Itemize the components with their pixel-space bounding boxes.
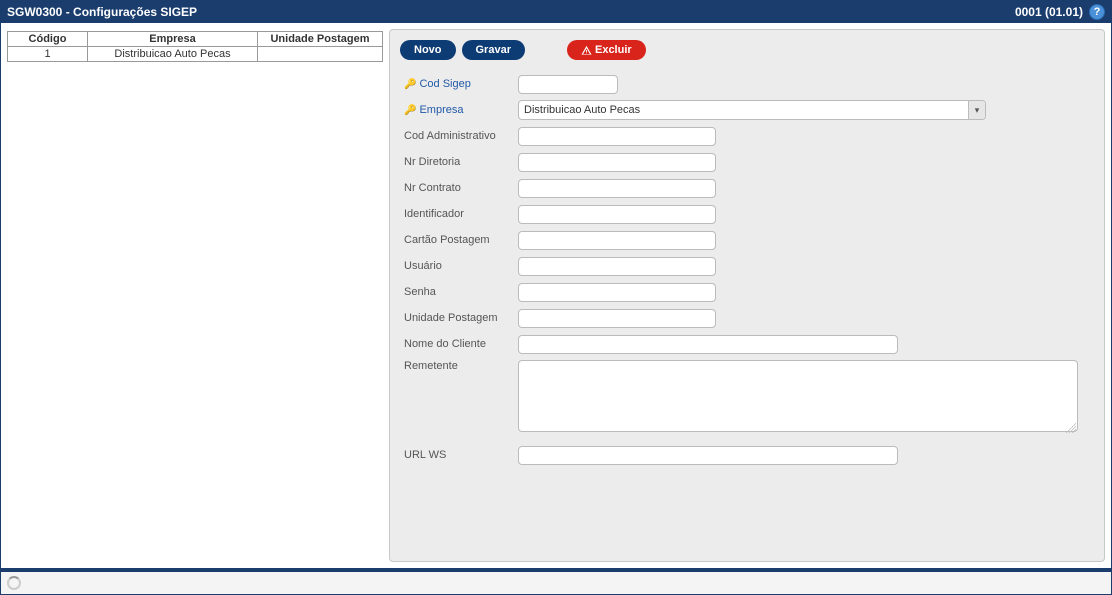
senha-input[interactable] xyxy=(518,283,716,302)
left-panel: Código Empresa Unidade Postagem 1 Distri… xyxy=(1,23,389,568)
excluir-button[interactable]: Excluir xyxy=(567,40,646,60)
window-title: SGW0300 - Configurações SIGEP xyxy=(7,5,197,19)
identificador-label: Identificador xyxy=(400,208,518,220)
nr-diretoria-input[interactable] xyxy=(518,153,716,172)
excluir-label: Excluir xyxy=(595,44,632,56)
cod-sigep-input[interactable] xyxy=(518,75,618,94)
key-icon: 🔑 xyxy=(404,105,416,116)
statusbar xyxy=(1,568,1111,594)
warning-icon xyxy=(581,45,592,56)
content: Código Empresa Unidade Postagem 1 Distri… xyxy=(1,23,1111,568)
help-icon[interactable]: ? xyxy=(1089,4,1105,20)
url-input[interactable] xyxy=(518,446,898,465)
gravar-button[interactable]: Gravar xyxy=(462,40,525,60)
novo-button[interactable]: Novo xyxy=(400,40,456,60)
unidade-label: Unidade Postagem xyxy=(400,312,518,324)
senha-label: Senha xyxy=(400,286,518,298)
chevron-down-icon[interactable]: ▾ xyxy=(968,101,985,119)
spinner-icon xyxy=(7,576,21,590)
cell-codigo: 1 xyxy=(8,47,88,62)
nr-diretoria-label: Nr Diretoria xyxy=(400,156,518,168)
data-grid[interactable]: Código Empresa Unidade Postagem 1 Distri… xyxy=(7,31,383,62)
remetente-textarea[interactable] xyxy=(518,360,1078,432)
cartao-label: Cartão Postagem xyxy=(400,234,518,246)
cod-admin-label: Cod Administrativo xyxy=(400,130,518,142)
col-empresa[interactable]: Empresa xyxy=(88,32,258,47)
unidade-input[interactable] xyxy=(518,309,716,328)
cod-admin-input[interactable] xyxy=(518,127,716,146)
window: SGW0300 - Configurações SIGEP 0001 (01.0… xyxy=(0,0,1112,595)
col-unidade[interactable]: Unidade Postagem xyxy=(258,32,383,47)
titlebar: SGW0300 - Configurações SIGEP 0001 (01.0… xyxy=(1,1,1111,23)
empresa-label: 🔑 Empresa xyxy=(400,104,518,116)
remetente-label: Remetente xyxy=(400,360,518,372)
col-codigo[interactable]: Código xyxy=(8,32,88,47)
url-label: URL WS xyxy=(400,449,518,461)
nr-contrato-input[interactable] xyxy=(518,179,716,198)
form-panel: Novo Gravar Excluir 🔑 Cod Sigep xyxy=(389,29,1105,562)
window-code: 0001 (01.01) xyxy=(1015,5,1083,19)
nr-contrato-label: Nr Contrato xyxy=(400,182,518,194)
cartao-input[interactable] xyxy=(518,231,716,250)
table-row[interactable]: 1 Distribuicao Auto Pecas xyxy=(8,47,383,62)
cell-unidade xyxy=(258,47,383,62)
usuario-label: Usuário xyxy=(400,260,518,272)
nome-cliente-input[interactable] xyxy=(518,335,898,354)
identificador-input[interactable] xyxy=(518,205,716,224)
empresa-select-value: Distribuicao Auto Pecas xyxy=(519,104,968,116)
key-icon: 🔑 xyxy=(404,79,416,90)
empresa-select[interactable]: Distribuicao Auto Pecas ▾ xyxy=(518,100,986,120)
cell-empresa: Distribuicao Auto Pecas xyxy=(88,47,258,62)
usuario-input[interactable] xyxy=(518,257,716,276)
toolbar: Novo Gravar Excluir xyxy=(400,40,1094,60)
cod-sigep-label: 🔑 Cod Sigep xyxy=(400,78,518,90)
nome-cliente-label: Nome do Cliente xyxy=(400,338,518,350)
